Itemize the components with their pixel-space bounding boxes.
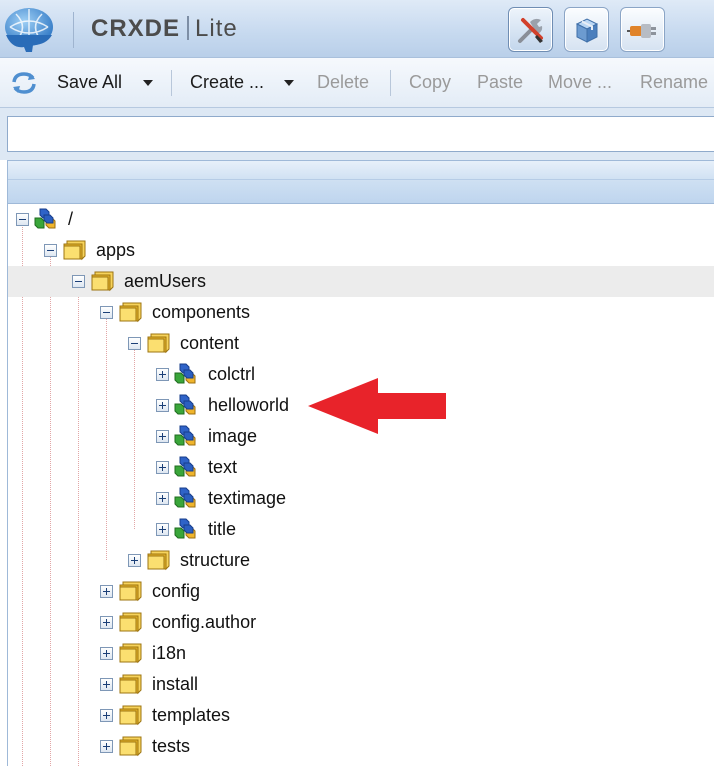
tree-node-label[interactable]: install <box>152 674 198 695</box>
tree-node[interactable]: config <box>8 576 714 607</box>
node-icon <box>174 393 198 417</box>
tree-node[interactable]: title <box>8 514 714 545</box>
folder-icon <box>146 548 170 572</box>
node-icon <box>174 362 198 386</box>
node-icon <box>174 424 198 448</box>
expand-icon[interactable] <box>156 368 169 381</box>
tree-node-label[interactable]: structure <box>180 550 250 571</box>
expand-icon[interactable] <box>100 585 113 598</box>
collapse-icon[interactable] <box>128 337 141 350</box>
toolbar-separator <box>171 70 172 96</box>
tree-node[interactable]: i18n <box>8 638 714 669</box>
tree-node[interactable]: text <box>8 452 714 483</box>
expand-icon[interactable] <box>100 740 113 753</box>
save-all-button[interactable]: Save All <box>57 72 122 93</box>
create-button[interactable]: Create ... <box>190 72 264 93</box>
path-input[interactable] <box>7 116 714 152</box>
tree-node-label[interactable]: config.author <box>152 612 256 633</box>
folder-icon <box>118 734 142 758</box>
tree-node-label[interactable]: apps <box>96 240 135 261</box>
collapse-icon[interactable] <box>100 306 113 319</box>
tree-node[interactable]: / <box>8 204 714 235</box>
folder-icon <box>118 610 142 634</box>
expand-icon[interactable] <box>100 616 113 629</box>
node-icon <box>174 486 198 510</box>
collapse-icon[interactable] <box>16 213 29 226</box>
tree-node[interactable]: structure <box>8 545 714 576</box>
tree-node[interactable]: config.author <box>8 607 714 638</box>
toolbar: Save All Create ... Delete Copy Paste Mo… <box>0 58 714 108</box>
tree-node-label[interactable]: colctrl <box>208 364 255 385</box>
package-manager-button[interactable] <box>564 7 609 52</box>
node-icon <box>174 517 198 541</box>
expand-icon[interactable] <box>156 430 169 443</box>
tree-node[interactable]: tests <box>8 731 714 762</box>
delete-button[interactable]: Delete <box>317 72 369 93</box>
tree-node-label[interactable]: helloworld <box>208 395 289 416</box>
tree-node-label[interactable]: templates <box>152 705 230 726</box>
repository-panel-header <box>7 160 714 204</box>
app-title-bold: CRXDE <box>91 15 181 42</box>
tree-node-label[interactable]: i18n <box>152 643 186 664</box>
tree-node-label[interactable]: components <box>152 302 250 323</box>
tree-node[interactable]: install <box>8 669 714 700</box>
folder-icon <box>118 641 142 665</box>
plugin-icon <box>627 24 656 38</box>
save-all-dropdown-icon[interactable] <box>143 80 153 86</box>
folder-icon <box>118 579 142 603</box>
folder-icon <box>118 672 142 696</box>
folder-icon <box>146 331 170 355</box>
tree-node-label[interactable]: content <box>180 333 239 354</box>
expand-icon[interactable] <box>100 647 113 660</box>
folder-icon <box>118 300 142 324</box>
tree-node-label[interactable]: image <box>208 426 257 447</box>
tree-node-label[interactable]: text <box>208 457 237 478</box>
tree-node-label[interactable]: tests <box>152 736 190 757</box>
rename-button[interactable]: Rename <box>640 72 708 93</box>
folder-icon <box>118 703 142 727</box>
tree-node-label[interactable]: textimage <box>208 488 286 509</box>
node-icon <box>174 455 198 479</box>
expand-icon[interactable] <box>156 492 169 505</box>
move-button[interactable]: Move ... <box>548 72 612 93</box>
tree-node[interactable]: templates <box>8 700 714 731</box>
develop-button[interactable] <box>508 7 553 52</box>
tree-node[interactable]: textimage <box>8 483 714 514</box>
app-header: CRXDE Lite <box>0 0 714 58</box>
collapse-icon[interactable] <box>72 275 85 288</box>
app-title: CRXDE Lite <box>91 15 238 43</box>
folder-icon <box>62 238 86 262</box>
tree-node[interactable]: apps <box>8 235 714 266</box>
expand-icon[interactable] <box>100 678 113 691</box>
tree-node-label[interactable]: config <box>152 581 200 602</box>
tree-node[interactable]: components <box>8 297 714 328</box>
expand-icon[interactable] <box>156 399 169 412</box>
tree-node[interactable]: content <box>8 328 714 359</box>
red-arrow-icon <box>308 378 446 434</box>
folder-icon <box>90 269 114 293</box>
toolbar-separator <box>390 70 391 96</box>
create-dropdown-icon[interactable] <box>284 80 294 86</box>
tree-node-label[interactable]: / <box>68 209 73 230</box>
expand-icon[interactable] <box>156 523 169 536</box>
tree-node-label[interactable]: aemUsers <box>124 271 206 292</box>
copy-button[interactable]: Copy <box>409 72 451 93</box>
crxde-logo-icon <box>2 5 56 53</box>
expand-icon[interactable] <box>128 554 141 567</box>
refresh-icon[interactable] <box>10 70 38 96</box>
node-icon <box>34 207 58 231</box>
expand-icon[interactable] <box>156 461 169 474</box>
collapse-icon[interactable] <box>44 244 57 257</box>
address-bar <box>0 108 714 160</box>
expand-icon[interactable] <box>100 709 113 722</box>
tree-node[interactable]: aemUsers <box>8 266 714 297</box>
tools-button[interactable] <box>620 7 665 52</box>
paste-button[interactable]: Paste <box>477 72 523 93</box>
app-title-light: Lite <box>195 15 238 42</box>
repository-tree: / apps aemUsers components content colctrl hel… <box>7 204 714 766</box>
package-icon <box>575 18 599 43</box>
tree-node-label[interactable]: title <box>208 519 236 540</box>
header-divider <box>73 12 74 48</box>
develop-tools-icon <box>518 18 543 43</box>
